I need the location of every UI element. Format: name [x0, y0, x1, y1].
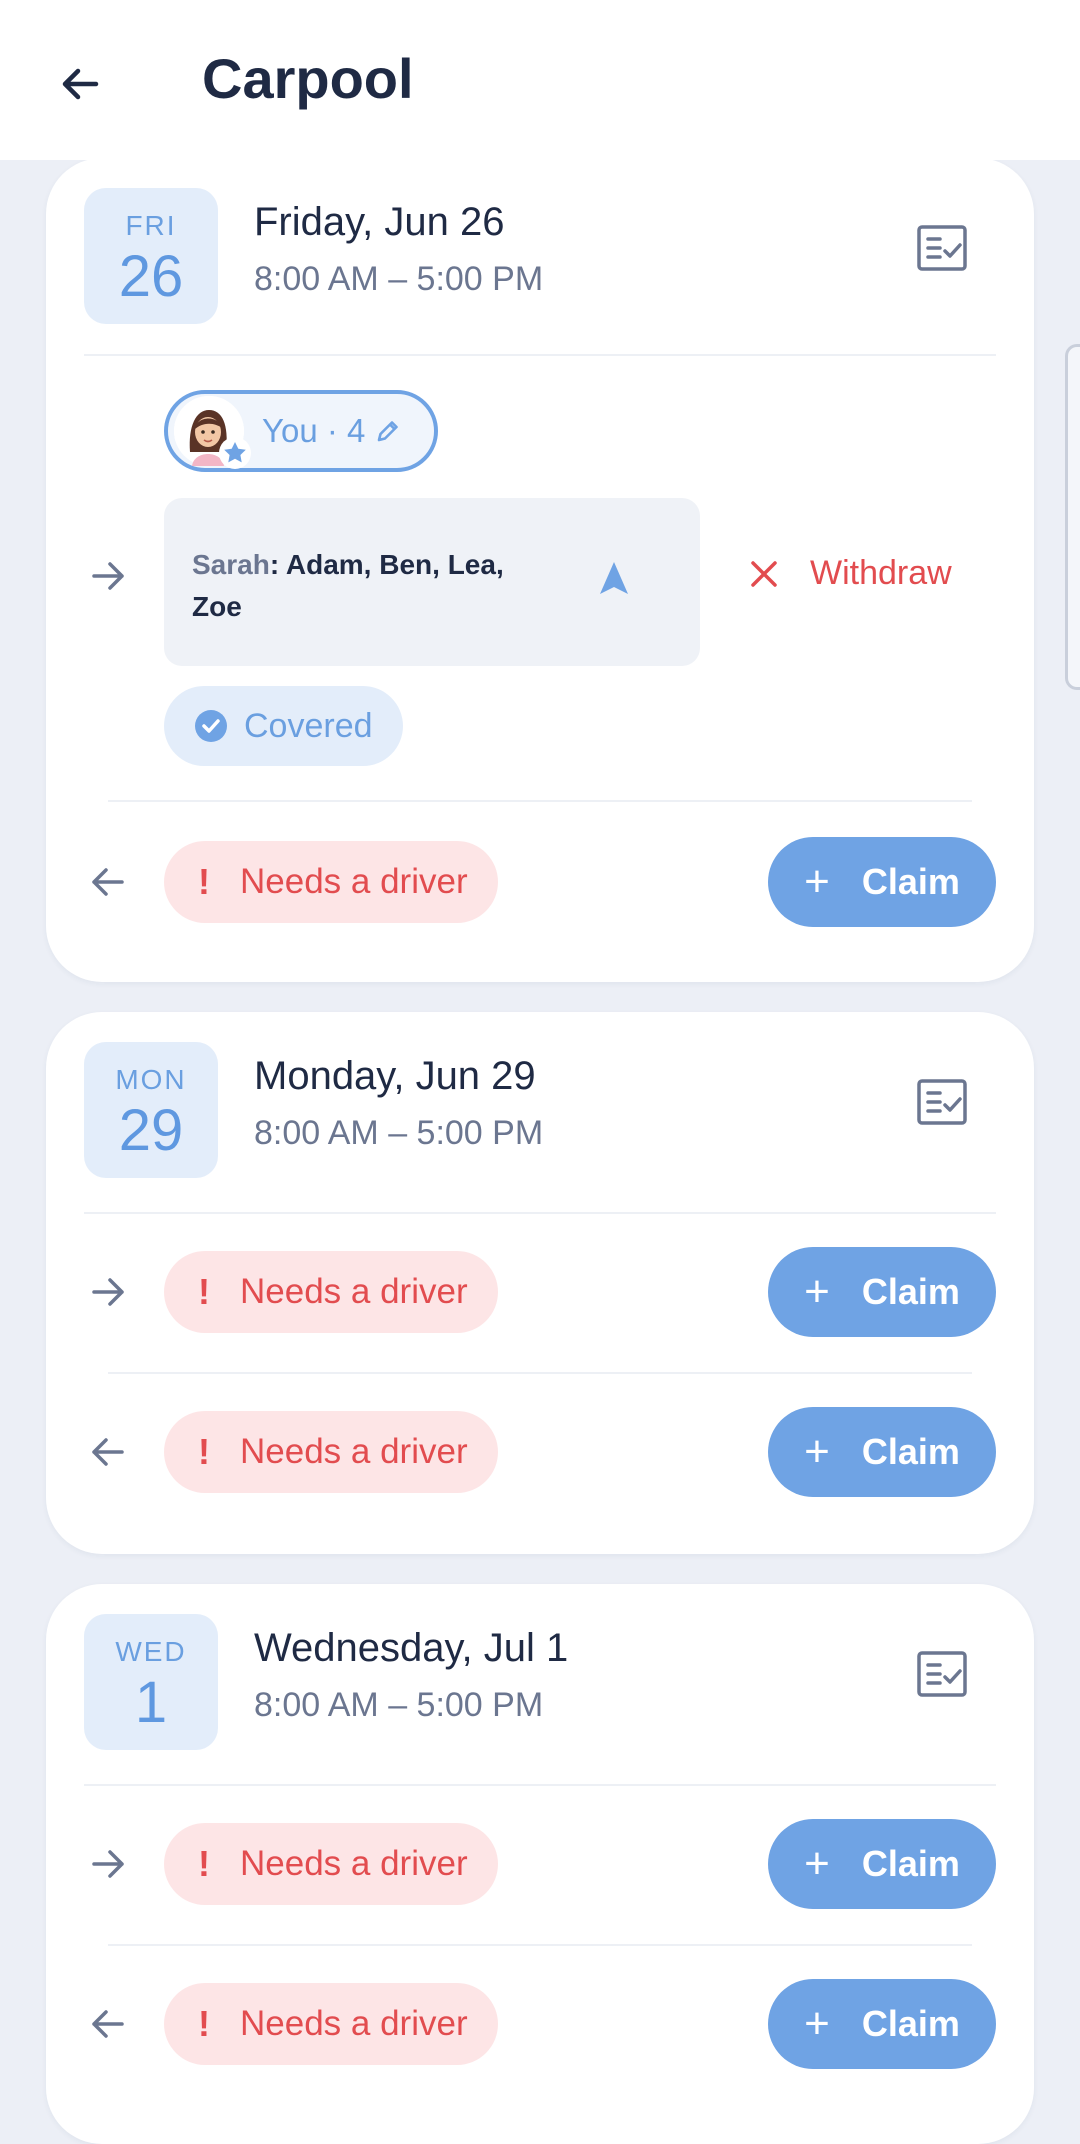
arrow-left-icon: [62, 68, 99, 100]
app-bar: Carpool: [0, 0, 1080, 160]
divider: [84, 1212, 996, 1214]
day-time: 8:00 AM – 5:00 PM: [254, 1686, 544, 1724]
date-tile: WED 1: [84, 1614, 218, 1750]
plus-icon: +: [804, 1839, 830, 1888]
alert-icon: !: [198, 861, 210, 902]
day-of-week: WED: [115, 1636, 187, 1667]
to-school-arrow-icon: [92, 1278, 124, 1306]
status-label: Needs a driver: [240, 1272, 468, 1311]
page-title: Carpool: [202, 47, 414, 110]
alert-icon: !: [198, 1843, 210, 1884]
check-circle-icon: [195, 710, 227, 742]
claim-button[interactable]: + Claim: [768, 1247, 996, 1337]
from-school-arrow-icon: [92, 1438, 124, 1466]
star-icon: [219, 437, 251, 469]
needs-driver-badge: ! Needs a driver: [164, 841, 498, 923]
day-card: FRI 26 Friday, Jun 26 8:00 AM – 5:00 PM …: [46, 158, 1034, 982]
plus-icon: +: [804, 1267, 830, 1316]
checklist-icon[interactable]: [916, 224, 968, 272]
withdraw-label: Withdraw: [810, 554, 952, 592]
claim-button[interactable]: + Claim: [768, 1819, 996, 1909]
day-number: 29: [118, 1098, 184, 1163]
needs-driver-badge: ! Needs a driver: [164, 1983, 498, 2065]
divider: [108, 800, 972, 802]
scrollbar[interactable]: [1065, 344, 1080, 690]
from-school-arrow-icon: [92, 868, 124, 896]
close-icon: [751, 560, 777, 587]
day-title: Friday, Jun 26: [254, 200, 505, 244]
claim-label: Claim: [861, 1431, 960, 1472]
day-title: Monday, Jun 29: [254, 1054, 536, 1098]
needs-driver-badge: ! Needs a driver: [164, 1251, 498, 1333]
to-school-arrow-icon: [92, 562, 124, 590]
plus-icon: +: [804, 1427, 830, 1476]
status-label: Needs a driver: [240, 2004, 468, 2043]
day-time: 8:00 AM – 5:00 PM: [254, 260, 544, 298]
checklist-icon[interactable]: [916, 1650, 968, 1698]
claim-button[interactable]: + Claim: [768, 1979, 996, 2069]
plus-icon: +: [804, 857, 830, 906]
divider: [84, 354, 996, 356]
day-time: 8:00 AM – 5:00 PM: [254, 1114, 544, 1152]
day-number: 26: [118, 244, 184, 309]
checklist-icon[interactable]: [916, 1078, 968, 1126]
route-passengers: Sarah: Adam, Ben, Lea, Zoe: [192, 544, 532, 628]
from-school-arrow-icon: [92, 2010, 124, 2038]
alert-icon: !: [198, 1431, 210, 1472]
you-driver-chip[interactable]: You · 4: [164, 390, 438, 472]
status-label: Needs a driver: [240, 1844, 468, 1883]
claim-label: Claim: [861, 1271, 960, 1312]
plus-icon: +: [804, 1999, 830, 2048]
status-label: Needs a driver: [240, 862, 468, 901]
claim-label: Claim: [861, 2003, 960, 2044]
to-school-arrow-icon: [92, 1850, 124, 1878]
day-of-week: MON: [115, 1064, 187, 1095]
withdraw-button[interactable]: Withdraw: [748, 554, 952, 593]
navigation-icon[interactable]: [594, 558, 634, 598]
covered-badge: Covered: [164, 686, 403, 766]
alert-icon: !: [198, 2003, 210, 2044]
claim-button[interactable]: + Claim: [768, 1407, 996, 1497]
needs-driver-badge: ! Needs a driver: [164, 1411, 498, 1493]
driver-name: Sarah: [192, 549, 270, 580]
day-of-week: FRI: [125, 210, 177, 241]
edit-icon[interactable]: [375, 418, 401, 444]
day-card: WED 1 Wednesday, Jul 1 8:00 AM – 5:00 PM…: [46, 1584, 1034, 2144]
claim-button[interactable]: + Claim: [768, 837, 996, 927]
status-label: Needs a driver: [240, 1432, 468, 1471]
divider: [84, 1784, 996, 1786]
claim-label: Claim: [861, 861, 960, 902]
route-card[interactable]: Sarah: Adam, Ben, Lea, Zoe: [164, 498, 700, 666]
back-button[interactable]: [50, 54, 110, 114]
claim-label: Claim: [861, 1843, 960, 1884]
day-number: 1: [134, 1670, 168, 1735]
you-label: You · 4: [262, 412, 366, 449]
day-title: Wednesday, Jul 1: [254, 1626, 569, 1670]
divider: [108, 1944, 972, 1946]
date-tile: FRI 26: [84, 188, 218, 324]
divider: [108, 1372, 972, 1374]
needs-driver-badge: ! Needs a driver: [164, 1823, 498, 1905]
avatar: [174, 396, 251, 469]
alert-icon: !: [198, 1271, 210, 1312]
day-card: MON 29 Monday, Jun 29 8:00 AM – 5:00 PM …: [46, 1012, 1034, 1554]
date-tile: MON 29: [84, 1042, 218, 1178]
covered-label: Covered: [244, 706, 373, 745]
